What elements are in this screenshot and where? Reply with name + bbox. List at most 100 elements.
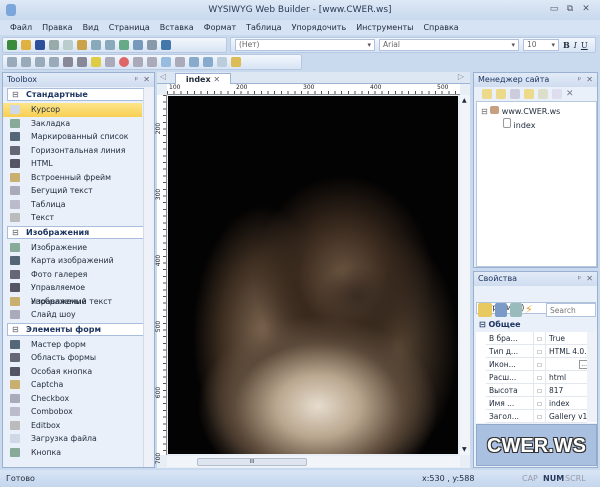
- categorized-icon[interactable]: [478, 303, 492, 317]
- toolbox-category[interactable]: Элементы форм: [7, 322, 144, 336]
- folder-icon[interactable]: [524, 89, 534, 99]
- toolbox-item[interactable]: Управляемый текст: [3, 295, 142, 309]
- align-center-icon[interactable]: [21, 57, 31, 67]
- image-tool-icon[interactable]: [231, 57, 241, 67]
- toolbox-item[interactable]: Кнопка: [3, 446, 142, 460]
- toolbox-item[interactable]: Editbox: [3, 419, 142, 433]
- minimize-button[interactable]: ▭: [548, 4, 560, 15]
- properties-search-input[interactable]: [546, 303, 596, 317]
- tab-scroll-right-icon[interactable]: ▷: [458, 72, 464, 81]
- menu-item[interactable]: Справка: [423, 23, 458, 32]
- pin-icon[interactable]: ᵖ: [578, 272, 581, 286]
- page-image[interactable]: [168, 96, 458, 454]
- toolbox-item[interactable]: Курсор: [3, 103, 142, 117]
- spellcheck-icon[interactable]: [119, 40, 129, 50]
- pin-icon[interactable]: ᵖ: [578, 73, 581, 87]
- property-group[interactable]: ⊟ Общее: [476, 320, 597, 332]
- menu-item[interactable]: Вид: [83, 23, 99, 32]
- toolbox-item[interactable]: Текст: [3, 211, 142, 225]
- new-folder-page-icon[interactable]: [496, 89, 506, 99]
- menu-item[interactable]: Правка: [42, 23, 72, 32]
- color-icon[interactable]: [119, 57, 129, 67]
- scroll-down-icon[interactable]: ▼: [462, 446, 467, 453]
- restore-button[interactable]: ⧉: [564, 4, 576, 15]
- style-combo[interactable]: (Нет): [235, 39, 375, 51]
- property-value[interactable]: Gallery v1.0: [546, 410, 587, 422]
- delete-icon[interactable]: ✕: [566, 89, 574, 99]
- align-right-icon[interactable]: [35, 57, 45, 67]
- menu-item[interactable]: Упорядочить: [292, 23, 347, 32]
- toolbox-item[interactable]: Область формы: [3, 351, 142, 365]
- property-pages-icon[interactable]: [510, 303, 522, 317]
- toolbox-item[interactable]: Маркированный список: [3, 130, 142, 144]
- close-icon[interactable]: ✕: [143, 73, 150, 87]
- new-page-icon[interactable]: [482, 89, 492, 99]
- property-row[interactable]: Расш... ▫ html: [486, 371, 587, 384]
- menu-item[interactable]: Файл: [10, 23, 32, 32]
- property-value[interactable]: HTML 4.0...: [546, 345, 587, 357]
- toolbox-item[interactable]: Карта изображений: [3, 254, 142, 268]
- property-row[interactable]: Тип д...▫HTML 4.0...: [486, 345, 587, 358]
- move-icon[interactable]: [147, 57, 157, 67]
- toolbox-item[interactable]: Закладка: [3, 117, 142, 131]
- toolbox-item[interactable]: Изображение: [3, 241, 142, 255]
- property-row[interactable]: Загол...▫Gallery v1.0: [486, 410, 587, 423]
- events-icon[interactable]: ⚡: [525, 303, 533, 317]
- toolbox-item[interactable]: Горизонтальная линия: [3, 144, 142, 158]
- frame-icon[interactable]: [217, 57, 227, 67]
- toolbox-scrollbar[interactable]: [143, 89, 152, 467]
- property-scrollbar[interactable]: [587, 332, 597, 422]
- grid-icon[interactable]: [161, 57, 171, 67]
- toolbox-item[interactable]: Combobox: [3, 405, 142, 419]
- toolbox-item[interactable]: Особая кнопка: [3, 365, 142, 379]
- preview-icon[interactable]: [147, 40, 157, 50]
- toolbox-item[interactable]: Captcha: [3, 378, 142, 392]
- bring-front-icon[interactable]: [63, 57, 73, 67]
- toolbox-item[interactable]: Слайд шоу: [3, 308, 142, 322]
- snap-icon[interactable]: [175, 57, 185, 67]
- toolbox-item[interactable]: Управляемое изображение: [3, 281, 142, 306]
- properties-icon[interactable]: [538, 89, 548, 99]
- save-icon[interactable]: [35, 40, 45, 50]
- page-icon[interactable]: [189, 57, 199, 67]
- property-value[interactable]: html: [546, 371, 587, 383]
- menu-item[interactable]: Инструменты: [356, 23, 413, 32]
- symbol-icon[interactable]: [133, 40, 143, 50]
- toolbox-category[interactable]: Изображения: [7, 225, 144, 239]
- duplicate-icon[interactable]: [552, 89, 562, 99]
- close-icon[interactable]: ✕: [586, 73, 593, 87]
- toolbox-item[interactable]: Фото галерея: [3, 268, 142, 282]
- open-icon[interactable]: [21, 40, 31, 50]
- import-icon[interactable]: [510, 89, 520, 99]
- toolbox-item[interactable]: HTML: [3, 157, 142, 171]
- publish-icon[interactable]: [161, 40, 171, 50]
- close-button[interactable]: ✕: [580, 4, 592, 15]
- pin-icon[interactable]: ᵖ: [135, 73, 138, 87]
- group-icon[interactable]: [91, 57, 101, 67]
- toolbox-item[interactable]: Checkbox: [3, 392, 142, 406]
- align-top-icon[interactable]: [49, 57, 59, 67]
- close-icon[interactable]: ✕: [586, 272, 593, 286]
- tab-close-icon[interactable]: ✕: [213, 75, 220, 84]
- sort-az-icon[interactable]: [495, 303, 507, 317]
- font-combo[interactable]: Arial: [379, 39, 519, 51]
- toolbox-item[interactable]: Таблица: [3, 198, 142, 212]
- align-left-icon[interactable]: [7, 57, 17, 67]
- property-row[interactable]: Высота ▫ 817: [486, 384, 587, 397]
- menu-item[interactable]: Страница: [109, 23, 150, 32]
- property-value[interactable]: 817: [546, 384, 587, 396]
- property-row[interactable]: В бра... ▫ True: [486, 332, 587, 345]
- property-value[interactable]: index: [546, 397, 587, 409]
- tree-root[interactable]: ⊟ www.CWER.ws: [477, 102, 596, 116]
- paste-icon[interactable]: [77, 40, 87, 50]
- bold-button[interactable]: B: [563, 40, 570, 50]
- new-site-icon[interactable]: [7, 40, 17, 50]
- property-row[interactable]: Имя ... ▫ index: [486, 397, 587, 410]
- toolbox-item[interactable]: Бегущий текст: [3, 184, 142, 198]
- tree-page[interactable]: index: [477, 116, 596, 130]
- font-size-combo[interactable]: 10: [523, 39, 559, 51]
- italic-button[interactable]: I: [574, 41, 577, 50]
- toolbox-item[interactable]: Мастер форм: [3, 338, 142, 352]
- send-back-icon[interactable]: [77, 57, 87, 67]
- collapse-icon[interactable]: ⊟: [481, 107, 488, 116]
